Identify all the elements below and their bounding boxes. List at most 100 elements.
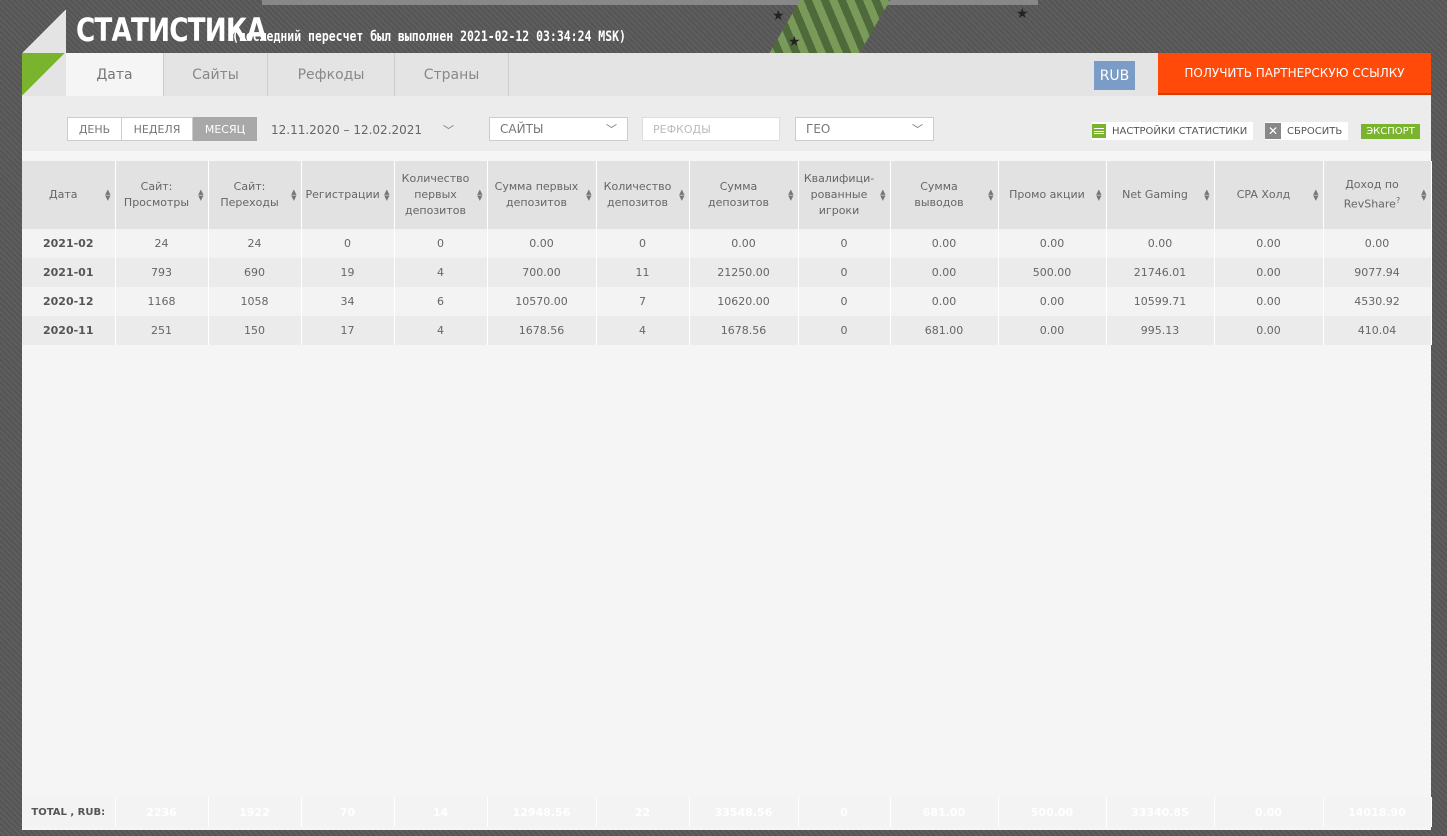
- total-cell: 14018.90: [1323, 797, 1432, 827]
- column-header[interactable]: Сумма первых депозитов ▲ ▼: [487, 161, 597, 229]
- column-header-label: Количество депозитов: [603, 180, 672, 209]
- sort-icon[interactable]: ▲ ▼: [291, 189, 296, 202]
- column-header[interactable]: Сумма выводов ▲ ▼: [890, 161, 999, 229]
- column-header[interactable]: Регистрации ▲ ▼: [301, 161, 395, 229]
- table-cell: 0: [798, 229, 891, 258]
- sites-select-label: САЙТЫ: [500, 122, 544, 136]
- sort-icon[interactable]: ▲ ▼: [477, 189, 482, 202]
- star-icon: ★: [788, 34, 801, 50]
- total-cell: 33340.85: [1106, 797, 1215, 827]
- sort-icon[interactable]: ▲ ▼: [198, 189, 203, 202]
- star-icon: ★: [1016, 6, 1029, 22]
- get-partner-link-button[interactable]: ПОЛУЧИТЬ ПАРТНЕРСКУЮ ССЫЛКУ: [1158, 53, 1431, 93]
- column-header[interactable]: Дата ▲ ▼: [22, 161, 116, 229]
- column-header-label: CPA Холд: [1236, 188, 1291, 201]
- geo-select[interactable]: ГЕО ﹀: [795, 117, 934, 141]
- totals-row: TOTAL , RUB: 2236 1922 70 14 12948.56 22 33548.…: [22, 797, 1432, 827]
- table-cell: 0: [596, 229, 690, 258]
- help-icon[interactable]: ?: [1396, 196, 1400, 205]
- column-header[interactable]: CPA Холд ▲ ▼: [1214, 161, 1324, 229]
- sites-select[interactable]: САЙТЫ ﹀: [489, 117, 628, 141]
- column-header[interactable]: Количество первых депозитов ▲ ▼: [394, 161, 488, 229]
- table-cell: 1168: [115, 287, 209, 316]
- tab-sites[interactable]: Сайты: [164, 53, 268, 96]
- sort-icon[interactable]: ▲ ▼: [679, 189, 684, 202]
- list-icon: [1092, 124, 1106, 138]
- total-cell: 33548.56: [689, 797, 799, 827]
- period-week-button[interactable]: НЕДЕЛЯ: [121, 117, 193, 141]
- chevron-down-icon: ﹀: [912, 123, 923, 136]
- table-row: 2021-01 793 690 19 4 700.00 11 21250.00 0 0.00 500…: [22, 258, 1432, 287]
- tab-date[interactable]: Дата: [66, 53, 164, 96]
- sort-icon[interactable]: ▲ ▼: [1421, 189, 1426, 202]
- total-cell: 0: [798, 797, 891, 827]
- table-row: 2021-02 24 24 0 0 0.00 0 0.00 0 0.00 0.00 0.00 0.00 0…: [22, 229, 1432, 258]
- tab-refcodes[interactable]: Рефкоды: [268, 53, 395, 96]
- column-header[interactable]: Сайт: Просмотры ▲ ▼: [115, 161, 209, 229]
- column-header[interactable]: Количество депозитов ▲ ▼: [596, 161, 690, 229]
- table-cell: 2021-02: [22, 229, 116, 258]
- period-day-button[interactable]: ДЕНЬ: [67, 117, 122, 141]
- reset-button[interactable]: ✕ СБРОСИТЬ: [1265, 122, 1349, 140]
- chevron-down-icon[interactable]: ﹀: [443, 122, 454, 138]
- main-panel: Дата Сайты Рефкоды Страны RUB ПОЛУЧИТЬ П…: [22, 53, 1432, 830]
- table-cell: 0.00: [1214, 316, 1324, 345]
- table-cell: 2020-12: [22, 287, 116, 316]
- table-cell: 4: [394, 258, 488, 287]
- tab-bar: Дата Сайты Рефкоды Страны RUB ПОЛУЧИТЬ П…: [22, 53, 1431, 96]
- export-button[interactable]: ЭКСПОРТ: [1361, 124, 1420, 139]
- table-cell: 681.00: [890, 316, 999, 345]
- column-header[interactable]: Net Gaming ▲ ▼: [1106, 161, 1215, 229]
- total-cell: 1922: [208, 797, 302, 827]
- table-body: 2021-02 24 24 0 0 0.00 0 0.00 0 0.00 0.00 0.00 0.00 0…: [22, 229, 1432, 345]
- table-cell: 0.00: [998, 229, 1107, 258]
- stats-table-wrap: Дата ▲ ▼ Сайт: Просмотры ▲ ▼ Сайт: Переходы ▲ ▼ Р…: [22, 161, 1432, 345]
- table-cell: 10570.00: [487, 287, 597, 316]
- column-header-label: Сумма депозитов: [708, 180, 769, 209]
- sort-icon[interactable]: ▲ ▼: [384, 189, 389, 202]
- column-header[interactable]: Промо акции ▲ ▼: [998, 161, 1107, 229]
- table-cell: 2020-11: [22, 316, 116, 345]
- sort-icon[interactable]: ▲ ▼: [788, 189, 793, 202]
- chevron-down-icon: ﹀: [606, 123, 617, 136]
- total-cell: TOTAL , RUB:: [22, 797, 116, 827]
- column-header-label: Количество первых депозитов: [401, 172, 470, 217]
- column-header-label: Дата: [49, 188, 78, 201]
- table-cell: 0.00: [890, 287, 999, 316]
- table-cell: 995.13: [1106, 316, 1215, 345]
- column-header[interactable]: Сайт: Переходы ▲ ▼: [208, 161, 302, 229]
- sort-icon[interactable]: ▲ ▼: [1204, 189, 1209, 202]
- column-header-label: Net Gaming: [1122, 188, 1188, 201]
- column-header-label: Сумма выводов: [914, 180, 964, 209]
- sort-icon[interactable]: ▲ ▼: [880, 189, 885, 202]
- date-range-picker[interactable]: 12.11.2020 – 12.02.2021: [271, 123, 422, 137]
- table-cell: 19: [301, 258, 395, 287]
- total-cell: 2236: [115, 797, 209, 827]
- currency-button[interactable]: RUB: [1094, 61, 1135, 90]
- sort-icon[interactable]: ▲ ▼: [1313, 189, 1318, 202]
- filter-bar: ДЕНЬ НЕДЕЛЯ МЕСЯЦ 12.11.2020 – 12.02.202…: [22, 96, 1431, 151]
- table-cell: 4: [596, 316, 690, 345]
- geo-select-label: ГЕО: [806, 122, 831, 136]
- statistics-settings-button[interactable]: НАСТРОЙКИ СТАТИСТИКИ: [1092, 122, 1254, 140]
- table-cell: 7: [596, 287, 690, 316]
- table-cell: 1678.56: [689, 316, 799, 345]
- column-header[interactable]: Квалифици-рованные игроки ▲ ▼: [798, 161, 891, 229]
- table-cell: 0: [394, 229, 488, 258]
- table-cell: 500.00: [998, 258, 1107, 287]
- refcodes-input[interactable]: РЕФКОДЫ: [642, 117, 780, 141]
- reset-label: СБРОСИТЬ: [1287, 125, 1343, 137]
- column-header-label: Регистрации: [305, 188, 380, 201]
- period-month-button[interactable]: МЕСЯЦ: [193, 117, 257, 141]
- table-cell: 793: [115, 258, 209, 287]
- sort-icon[interactable]: ▲ ▼: [105, 189, 110, 202]
- table-cell: 10620.00: [689, 287, 799, 316]
- totals-table: TOTAL , RUB: 2236 1922 70 14 12948.56 22 33548.…: [22, 797, 1432, 827]
- column-header[interactable]: Доход по RevShare? ▲ ▼: [1323, 161, 1432, 229]
- sort-icon[interactable]: ▲ ▼: [1096, 189, 1101, 202]
- tab-countries[interactable]: Страны: [395, 53, 509, 96]
- sort-icon[interactable]: ▲ ▼: [586, 189, 591, 202]
- table-row: 2020-11 251 150 17 4 1678.56 4 1678.56 0 681.00 0.…: [22, 316, 1432, 345]
- sort-icon[interactable]: ▲ ▼: [988, 189, 993, 202]
- column-header[interactable]: Сумма депозитов ▲ ▼: [689, 161, 799, 229]
